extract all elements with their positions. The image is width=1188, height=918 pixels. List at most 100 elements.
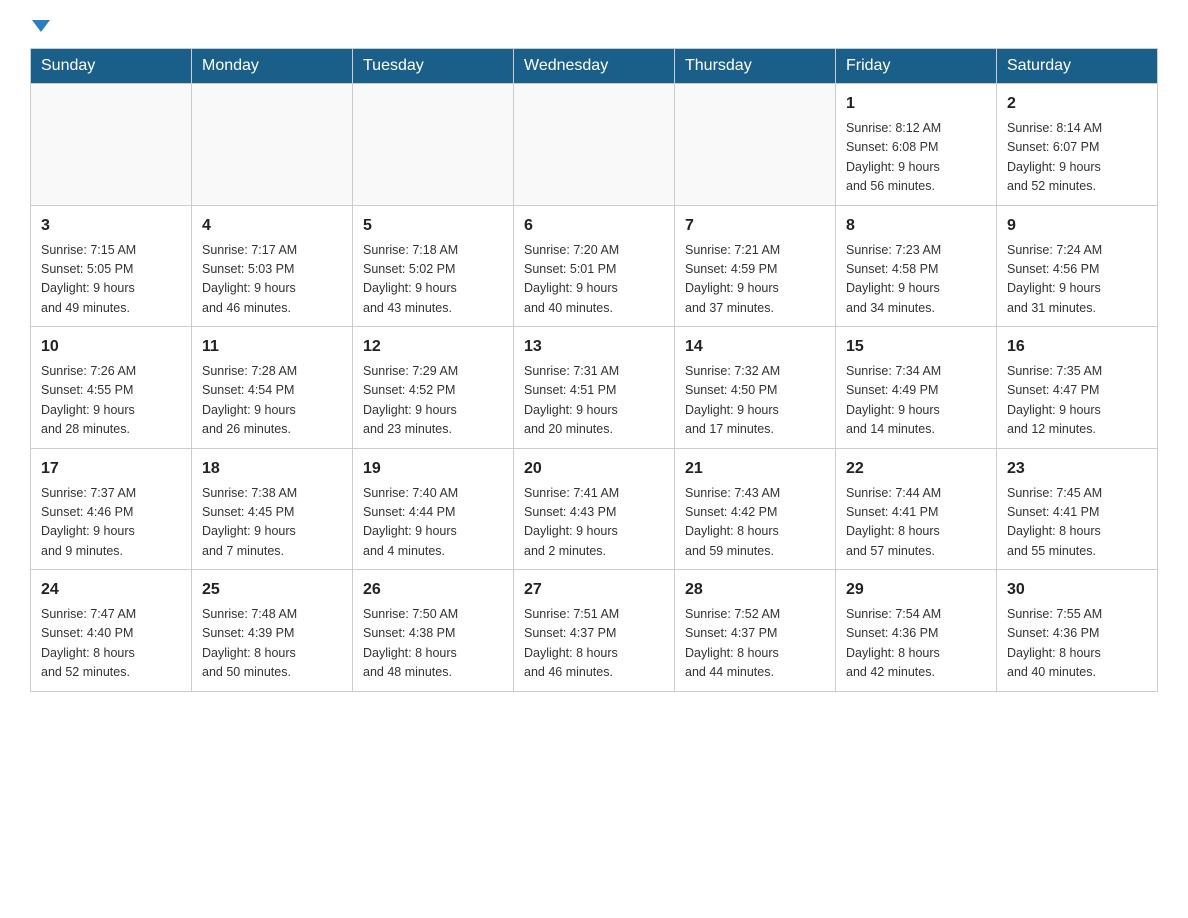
day-info: Sunrise: 8:12 AM Sunset: 6:08 PM Dayligh… — [846, 119, 986, 197]
day-info: Sunrise: 8:14 AM Sunset: 6:07 PM Dayligh… — [1007, 119, 1147, 197]
day-info: Sunrise: 7:43 AM Sunset: 4:42 PM Dayligh… — [685, 484, 825, 562]
calendar-cell: 21 Sunrise: 7:43 AM Sunset: 4:42 PM Dayli… — [675, 448, 836, 570]
calendar-cell: 29 Sunrise: 7:54 AM Sunset: 4:36 PM Dayli… — [836, 570, 997, 692]
day-number: 27 — [524, 578, 664, 602]
calendar-week-row: 17 Sunrise: 7:37 AM Sunset: 4:46 PM Dayli… — [31, 448, 1158, 570]
day-number: 6 — [524, 214, 664, 238]
day-info: Sunrise: 7:37 AM Sunset: 4:46 PM Dayligh… — [41, 484, 181, 562]
calendar-cell: 9 Sunrise: 7:24 AM Sunset: 4:56 PM Daylig… — [997, 205, 1158, 327]
calendar-cell: 24 Sunrise: 7:47 AM Sunset: 4:40 PM Dayli… — [31, 570, 192, 692]
calendar-cell: 18 Sunrise: 7:38 AM Sunset: 4:45 PM Dayli… — [192, 448, 353, 570]
day-info: Sunrise: 7:17 AM Sunset: 5:03 PM Dayligh… — [202, 241, 342, 319]
calendar-cell: 4 Sunrise: 7:17 AM Sunset: 5:03 PM Daylig… — [192, 205, 353, 327]
logo-arrow-icon — [32, 20, 50, 32]
day-info: Sunrise: 7:55 AM Sunset: 4:36 PM Dayligh… — [1007, 605, 1147, 683]
day-info: Sunrise: 7:15 AM Sunset: 5:05 PM Dayligh… — [41, 241, 181, 319]
day-number: 7 — [685, 214, 825, 238]
day-info: Sunrise: 7:50 AM Sunset: 4:38 PM Dayligh… — [363, 605, 503, 683]
day-info: Sunrise: 7:23 AM Sunset: 4:58 PM Dayligh… — [846, 241, 986, 319]
day-info: Sunrise: 7:20 AM Sunset: 5:01 PM Dayligh… — [524, 241, 664, 319]
day-number: 2 — [1007, 92, 1147, 116]
day-info: Sunrise: 7:40 AM Sunset: 4:44 PM Dayligh… — [363, 484, 503, 562]
calendar-cell: 5 Sunrise: 7:18 AM Sunset: 5:02 PM Daylig… — [353, 205, 514, 327]
calendar-cell: 28 Sunrise: 7:52 AM Sunset: 4:37 PM Dayli… — [675, 570, 836, 692]
calendar-cell: 8Sunrise: 7:23 AM Sunset: 4:58 PM Daylig… — [836, 205, 997, 327]
calendar-cell: 1 Sunrise: 8:12 AM Sunset: 6:08 PM Daylig… — [836, 84, 997, 206]
calendar-cell: 16 Sunrise: 7:35 AM Sunset: 4:47 PM Dayli… — [997, 327, 1158, 449]
day-number: 28 — [685, 578, 825, 602]
calendar-cell: 6 Sunrise: 7:20 AM Sunset: 5:01 PM Daylig… — [514, 205, 675, 327]
day-number: 15 — [846, 335, 986, 359]
calendar-week-row: 10Sunrise: 7:26 AM Sunset: 4:55 PM Dayli… — [31, 327, 1158, 449]
calendar-cell: 14 Sunrise: 7:32 AM Sunset: 4:50 PM Dayli… — [675, 327, 836, 449]
day-number: 26 — [363, 578, 503, 602]
calendar-cell: 30 Sunrise: 7:55 AM Sunset: 4:36 PM Dayli… — [997, 570, 1158, 692]
calendar-cell: 27 Sunrise: 7:51 AM Sunset: 4:37 PM Dayli… — [514, 570, 675, 692]
calendar-cell: 23 Sunrise: 7:45 AM Sunset: 4:41 PM Dayli… — [997, 448, 1158, 570]
weekday-header-thursday: Thursday — [675, 49, 836, 84]
day-info: Sunrise: 7:51 AM Sunset: 4:37 PM Dayligh… — [524, 605, 664, 683]
day-info: Sunrise: 7:44 AM Sunset: 4:41 PM Dayligh… — [846, 484, 986, 562]
weekday-header-friday: Friday — [836, 49, 997, 84]
calendar-table: SundayMondayTuesdayWednesdayThursdayFrid… — [30, 48, 1158, 692]
day-number: 17 — [41, 457, 181, 481]
day-info: Sunrise: 7:41 AM Sunset: 4:43 PM Dayligh… — [524, 484, 664, 562]
calendar-cell: 15Sunrise: 7:34 AM Sunset: 4:49 PM Dayli… — [836, 327, 997, 449]
day-number: 23 — [1007, 457, 1147, 481]
calendar-cell: 2 Sunrise: 8:14 AM Sunset: 6:07 PM Daylig… — [997, 84, 1158, 206]
day-number: 14 — [685, 335, 825, 359]
calendar-cell: 17 Sunrise: 7:37 AM Sunset: 4:46 PM Dayli… — [31, 448, 192, 570]
day-info: Sunrise: 7:48 AM Sunset: 4:39 PM Dayligh… — [202, 605, 342, 683]
day-number: 1 — [846, 92, 986, 116]
calendar-cell: 12 Sunrise: 7:29 AM Sunset: 4:52 PM Dayli… — [353, 327, 514, 449]
day-info: Sunrise: 7:28 AM Sunset: 4:54 PM Dayligh… — [202, 362, 342, 440]
day-number: 12 — [363, 335, 503, 359]
calendar-week-row: 24 Sunrise: 7:47 AM Sunset: 4:40 PM Dayli… — [31, 570, 1158, 692]
day-info: Sunrise: 7:32 AM Sunset: 4:50 PM Dayligh… — [685, 362, 825, 440]
day-number: 9 — [1007, 214, 1147, 238]
calendar-cell — [192, 84, 353, 206]
day-number: 4 — [202, 214, 342, 238]
weekday-header-tuesday: Tuesday — [353, 49, 514, 84]
calendar-cell — [675, 84, 836, 206]
calendar-cell: 10Sunrise: 7:26 AM Sunset: 4:55 PM Dayli… — [31, 327, 192, 449]
day-number: 16 — [1007, 335, 1147, 359]
day-number: 10 — [41, 335, 181, 359]
calendar-cell — [31, 84, 192, 206]
calendar-cell: 3 Sunrise: 7:15 AM Sunset: 5:05 PM Daylig… — [31, 205, 192, 327]
day-number: 24 — [41, 578, 181, 602]
day-info: Sunrise: 7:38 AM Sunset: 4:45 PM Dayligh… — [202, 484, 342, 562]
day-info: Sunrise: 7:54 AM Sunset: 4:36 PM Dayligh… — [846, 605, 986, 683]
day-info: Sunrise: 7:47 AM Sunset: 4:40 PM Dayligh… — [41, 605, 181, 683]
day-number: 25 — [202, 578, 342, 602]
calendar-cell: 11 Sunrise: 7:28 AM Sunset: 4:54 PM Dayli… — [192, 327, 353, 449]
day-info: Sunrise: 7:35 AM Sunset: 4:47 PM Dayligh… — [1007, 362, 1147, 440]
weekday-header-monday: Monday — [192, 49, 353, 84]
day-info: Sunrise: 7:31 AM Sunset: 4:51 PM Dayligh… — [524, 362, 664, 440]
day-info: Sunrise: 7:29 AM Sunset: 4:52 PM Dayligh… — [363, 362, 503, 440]
day-number: 13 — [524, 335, 664, 359]
day-number: 22 — [846, 457, 986, 481]
calendar-header-row: SundayMondayTuesdayWednesdayThursdayFrid… — [31, 49, 1158, 84]
day-info: Sunrise: 7:18 AM Sunset: 5:02 PM Dayligh… — [363, 241, 503, 319]
day-info: Sunrise: 7:45 AM Sunset: 4:41 PM Dayligh… — [1007, 484, 1147, 562]
day-number: 21 — [685, 457, 825, 481]
page-header — [30, 20, 1158, 32]
day-number: 5 — [363, 214, 503, 238]
calendar-week-row: 1 Sunrise: 8:12 AM Sunset: 6:08 PM Daylig… — [31, 84, 1158, 206]
calendar-cell — [514, 84, 675, 206]
day-info: Sunrise: 7:52 AM Sunset: 4:37 PM Dayligh… — [685, 605, 825, 683]
calendar-cell: 19Sunrise: 7:40 AM Sunset: 4:44 PM Dayli… — [353, 448, 514, 570]
calendar-cell: 22 Sunrise: 7:44 AM Sunset: 4:41 PM Dayli… — [836, 448, 997, 570]
calendar-cell: 26 Sunrise: 7:50 AM Sunset: 4:38 PM Dayli… — [353, 570, 514, 692]
day-number: 11 — [202, 335, 342, 359]
day-number: 20 — [524, 457, 664, 481]
day-number: 3 — [41, 214, 181, 238]
day-info: Sunrise: 7:24 AM Sunset: 4:56 PM Dayligh… — [1007, 241, 1147, 319]
day-info: Sunrise: 7:21 AM Sunset: 4:59 PM Dayligh… — [685, 241, 825, 319]
calendar-cell — [353, 84, 514, 206]
calendar-cell: 20 Sunrise: 7:41 AM Sunset: 4:43 PM Dayli… — [514, 448, 675, 570]
day-number: 30 — [1007, 578, 1147, 602]
day-number: 18 — [202, 457, 342, 481]
day-number: 29 — [846, 578, 986, 602]
